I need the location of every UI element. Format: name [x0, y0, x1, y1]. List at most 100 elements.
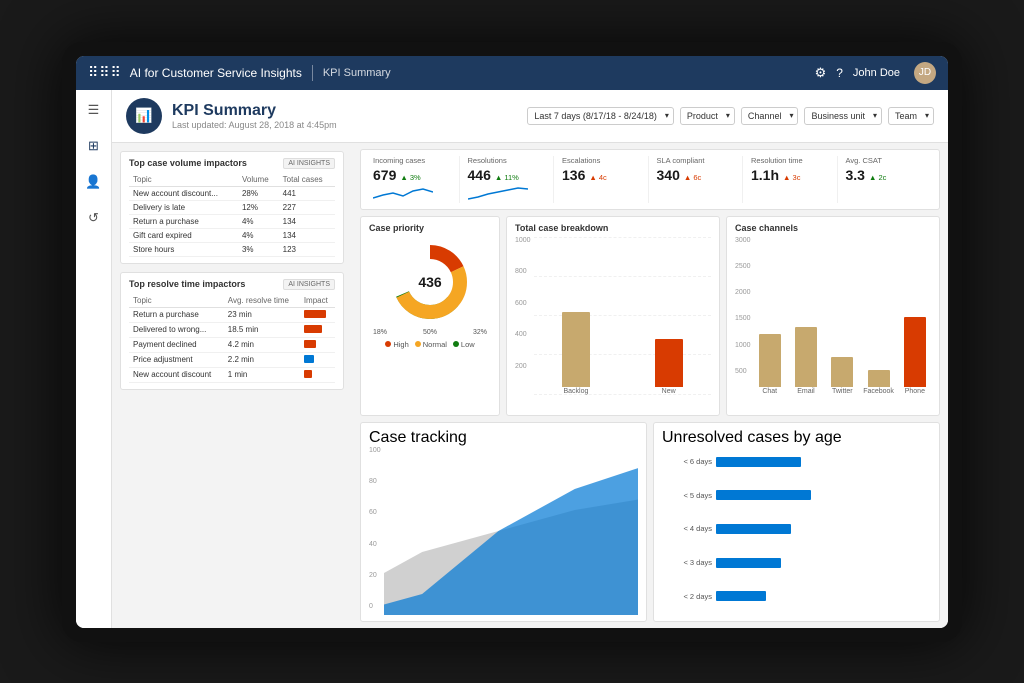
resolution-time-change: ▲ 3c [783, 173, 800, 182]
impact-bar [304, 340, 316, 348]
email-bar [795, 327, 817, 387]
table-row: Price adjustment 2.2 min [129, 352, 335, 367]
case-tracking-title: Case tracking [369, 429, 638, 447]
bar-backlog: Backlog [534, 312, 619, 395]
low-dot [453, 341, 459, 347]
tracking-y-labels: 100806040200 [369, 447, 381, 615]
bar-twitter: Twitter [826, 357, 858, 395]
channels-y-labels: 30002500200015001000500 [735, 237, 751, 409]
resolutions-value: 446 [468, 167, 491, 183]
case-channels-title: Case channels [735, 223, 931, 233]
tracking-chart [384, 447, 638, 615]
hbar-row-3days: < 3 days [662, 558, 931, 568]
middle-charts-row: Case priority [360, 216, 940, 416]
top-case-volume-card: Top case volume impactors AI INSIGHTS To… [120, 151, 344, 264]
resolutions-label: Resolutions [468, 156, 546, 165]
table-row: Payment declined 4.2 min [129, 337, 335, 352]
channels-chart-area: 30002500200015001000500 Chat [735, 237, 931, 409]
donut-legend: High Normal Low [369, 340, 491, 349]
table-row: Return a purchase 4% 134 [129, 214, 335, 228]
y-axis-labels: 1000800600400200 [515, 237, 531, 409]
product-filter[interactable]: Product [680, 107, 735, 125]
col-topic-2: Topic [129, 294, 224, 308]
resolutions-sparkline [468, 183, 546, 203]
waffle-icon[interactable]: ⠿⠿⠿ [88, 64, 122, 81]
legend-high: High [385, 340, 408, 349]
user-avatar[interactable]: JD [914, 62, 936, 84]
facebook-bar [868, 370, 890, 387]
kpi-resolution-time: Resolution time 1.1h ▲ 3c [747, 156, 838, 203]
right-panel: Incoming cases 679 ▲ 3% Resolut [352, 143, 948, 628]
sidebar-dashboard-icon[interactable]: ⊞ [82, 134, 106, 158]
hbar-3days [716, 558, 781, 568]
table-row: Delivered to wrong... 18.5 min [129, 322, 335, 337]
channels-bars: Chat Email Twitter [754, 237, 931, 409]
nav-divider [312, 65, 313, 81]
col-volume: Volume [238, 173, 279, 187]
table-row: New account discount... 28% 441 [129, 186, 335, 200]
screen: ⠿⠿⠿ AI for Customer Service Insights KPI… [76, 56, 948, 628]
team-filter[interactable]: Team [888, 107, 934, 125]
csat-value: 3.3 [846, 167, 865, 183]
resolve-time-table: Topic Avg. resolve time Impact Return a … [129, 294, 335, 383]
page-title-block: KPI Summary Last updated: August 28, 201… [172, 102, 337, 130]
table-row: Return a purchase 23 min [129, 307, 335, 322]
sidebar-user-icon[interactable]: 👤 [82, 170, 106, 194]
col-avg-resolve: Avg. resolve time [224, 294, 300, 308]
business-unit-filter[interactable]: Business unit [804, 107, 882, 125]
table-row: Delivery is late 12% 227 [129, 200, 335, 214]
app-title: AI for Customer Service Insights [130, 66, 302, 80]
settings-icon[interactable]: ⚙ [815, 65, 827, 81]
resolution-time-label: Resolution time [751, 156, 829, 165]
sidebar-refresh-icon[interactable]: ↺ [82, 206, 106, 230]
top-resolve-time-title: Top resolve time impactors [129, 279, 245, 289]
page-subtitle: Last updated: August 28, 2018 at 4:45pm [172, 120, 337, 130]
resolutions-change: ▲ 11% [495, 173, 519, 182]
kpi-resolutions: Resolutions 446 ▲ 11% [464, 156, 555, 203]
main-layout: ☰ ⊞ 👤 ↺ 📊 KPI Summary Last updated: Augu… [76, 90, 948, 628]
hbar-row-6days: < 6 days [662, 457, 931, 467]
chat-bar [759, 334, 781, 387]
bar-phone: Phone [899, 317, 931, 395]
kpi-metrics-row: Incoming cases 679 ▲ 3% Resolut [360, 149, 940, 210]
help-icon[interactable]: ? [836, 66, 843, 80]
unresolved-age-title: Unresolved cases by age [662, 429, 931, 447]
table-row: Gift card expired 4% 134 [129, 228, 335, 242]
content-area: 📊 KPI Summary Last updated: August 28, 2… [112, 90, 948, 628]
phone-bar [904, 317, 926, 387]
filter-bar: Last 7 days (8/17/18 - 8/24/18) Product … [527, 107, 934, 125]
table-row: New account discount 1 min [129, 367, 335, 382]
donut-chart: 436 [385, 237, 475, 327]
twitter-bar [831, 357, 853, 387]
date-range-filter[interactable]: Last 7 days (8/17/18 - 8/24/18) [527, 107, 674, 125]
total-case-chart-area: 1000800600400200 [515, 237, 711, 409]
sidebar-menu-icon[interactable]: ☰ [82, 98, 106, 122]
incoming-cases-value: 679 [373, 167, 396, 183]
kpi-csat: Avg. CSAT 3.3 ▲ 2c [842, 156, 932, 203]
page-main-title: KPI Summary [172, 102, 337, 120]
channel-filter[interactable]: Channel [741, 107, 799, 125]
incoming-cases-change: ▲ 3% [400, 173, 420, 182]
tablet-frame: ⠿⠿⠿ AI for Customer Service Insights KPI… [62, 42, 962, 642]
sla-change: ▲ 6c [684, 173, 701, 182]
hbar-4days [716, 524, 791, 534]
incoming-cases-label: Incoming cases [373, 156, 451, 165]
hbar-row-2days: < 2 days [662, 591, 931, 601]
kpi-escalations: Escalations 136 ▲ 4c [558, 156, 649, 203]
legend-low: Low [453, 340, 475, 349]
user-name: John Doe [853, 67, 900, 79]
impact-bar [304, 325, 322, 333]
top-resolve-time-card: Top resolve time impactors AI INSIGHTS T… [120, 272, 344, 390]
nav-page-title: KPI Summary [323, 67, 391, 79]
hbar-row-5days: < 5 days [662, 490, 931, 500]
hbar-6days [716, 457, 801, 467]
hbar-2days [716, 591, 766, 601]
sla-value: 340 [657, 167, 680, 183]
new-bar [655, 339, 683, 387]
normal-dot [415, 341, 421, 347]
kpi-summary-icon: 📊 [126, 98, 162, 134]
impact-bar [304, 310, 326, 318]
legend-normal: Normal [415, 340, 447, 349]
sidebar: ☰ ⊞ 👤 ↺ [76, 90, 112, 628]
kpi-sla: SLA compliant 340 ▲ 6c [653, 156, 744, 203]
